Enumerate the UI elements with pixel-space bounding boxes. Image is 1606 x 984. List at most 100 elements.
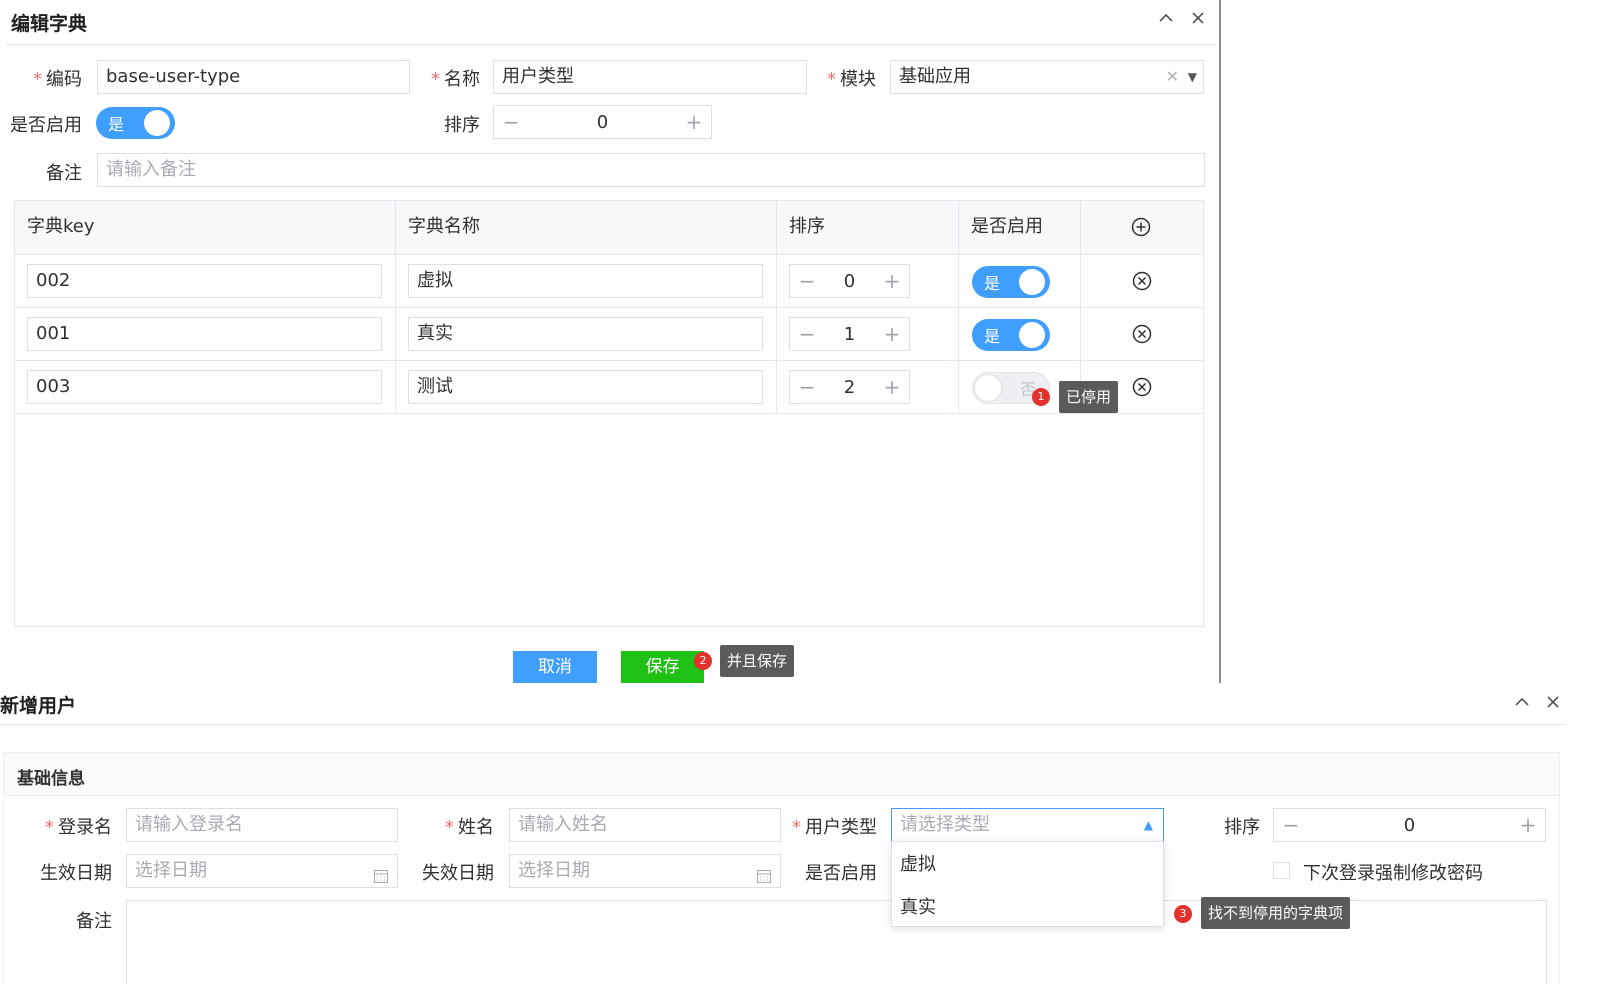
close-icon[interactable] (1186, 8, 1210, 32)
row-divider (15, 413, 1203, 414)
row-enabled-switch[interactable]: 是 (972, 266, 1050, 298)
annotation-tip-1: 已停用 (1059, 381, 1119, 413)
remove-row-icon[interactable] (1132, 271, 1152, 296)
enabled-switch[interactable]: 是 (96, 107, 175, 139)
calendar-icon (373, 863, 389, 887)
header-divider (0, 724, 1566, 725)
add-user-dialog: 新增用户 基础信息 * 登录名 请输入登录名 * 姓名 请输入姓名 * 用户类型 请选… (0, 683, 1606, 984)
remove-row-icon[interactable] (1132, 324, 1152, 349)
row-sort-value: 2 (843, 376, 856, 398)
sort-value: 0 (596, 111, 609, 133)
switch-knob (975, 375, 1001, 401)
remark-label: 备注 (46, 163, 82, 184)
table-row: 003 测试 − 2 + 否 (15, 361, 1203, 413)
plus-icon[interactable]: + (1511, 809, 1545, 841)
close-icon[interactable] (1541, 692, 1565, 716)
name-input[interactable]: 请输入姓名 (509, 808, 781, 842)
row-enabled-switch[interactable]: 是 (972, 319, 1050, 351)
row-key-input[interactable]: 001 (27, 317, 382, 351)
login-name-input[interactable]: 请输入登录名 (126, 808, 398, 842)
sort-label: 排序 (444, 115, 480, 136)
sort-value: 0 (1403, 814, 1416, 836)
module-select[interactable]: 基础应用 ✕ ▼ (890, 60, 1204, 94)
user-type-placeholder: 请选择类型 (900, 814, 990, 835)
minus-icon[interactable]: − (790, 265, 824, 297)
header-sort: 排序 (789, 216, 825, 237)
annotation-badge-3: 3 (1174, 905, 1192, 923)
remark-placeholder: 请输入备注 (106, 159, 196, 180)
annotation-badge-2: 2 (694, 652, 712, 670)
switch-text: 是 (108, 115, 125, 134)
module-label: * 模块 (827, 69, 876, 90)
row-name-input[interactable]: 真实 (408, 317, 763, 351)
sort-label: 排序 (1224, 817, 1260, 838)
row-key-input[interactable]: 003 (27, 370, 382, 404)
minus-icon[interactable]: − (494, 106, 528, 138)
annotation-tip-3: 找不到停用的字典项 (1201, 897, 1351, 929)
start-date-placeholder: 选择日期 (135, 860, 207, 881)
enabled-label: 是否启用 (805, 863, 877, 884)
add-row-icon[interactable] (1131, 217, 1151, 242)
clear-icon[interactable]: ✕ (1166, 61, 1179, 93)
edit-dictionary-dialog: 编辑字典 * 编码 base-user-type * 名称 用户类型 * 模块 基础应… (0, 0, 1222, 683)
plus-icon[interactable]: + (875, 265, 909, 297)
user-type-label: * 用户类型 (792, 817, 877, 838)
force-password-label: 下次登录强制修改密码 (1303, 863, 1483, 884)
name-label: * 姓名 (445, 817, 494, 838)
end-date-label: 失效日期 (422, 863, 494, 884)
code-input[interactable]: base-user-type (97, 60, 410, 94)
user-type-dropdown: 虚拟 真实 (891, 841, 1164, 927)
name-input[interactable]: 用户类型 (493, 60, 807, 94)
switch-text: 是 (984, 274, 1001, 293)
table-header: 字典key 字典名称 排序 是否启用 (15, 201, 1203, 254)
caret-down-icon[interactable]: ▼ (1188, 61, 1197, 93)
header-key: 字典key (27, 216, 95, 237)
start-date-label: 生效日期 (40, 863, 112, 884)
table-row: 001 真实 − 1 + 是 (15, 308, 1203, 360)
row-sort-value: 0 (843, 270, 856, 292)
collapse-icon[interactable] (1510, 692, 1534, 716)
login-name-placeholder: 请输入登录名 (135, 814, 243, 835)
dictionary-items-table: 字典key 字典名称 排序 是否启用 002 虚拟 − 0 + 是 001 真实… (14, 200, 1204, 627)
sort-stepper[interactable]: − 0 + (493, 105, 712, 139)
row-key-input[interactable]: 002 (27, 264, 382, 298)
row-sort-stepper[interactable]: − 0 + (789, 264, 910, 298)
section-title: 基础信息 (17, 769, 85, 789)
login-name-label: * 登录名 (45, 817, 112, 838)
cancel-button[interactable]: 取消 (513, 651, 597, 683)
table-row: 002 虚拟 − 0 + 是 (15, 255, 1203, 307)
end-date-input[interactable]: 选择日期 (509, 854, 781, 888)
end-date-placeholder: 选择日期 (518, 860, 590, 881)
switch-knob (1019, 322, 1045, 348)
save-button[interactable]: 保存 (621, 651, 704, 683)
plus-icon[interactable]: + (875, 371, 909, 403)
caret-up-icon: ▲ (1143, 818, 1153, 832)
name-label: * 名称 (431, 69, 480, 90)
minus-icon[interactable]: − (1274, 809, 1308, 841)
dropdown-option[interactable]: 虚拟 (900, 850, 936, 876)
plus-icon[interactable]: + (677, 106, 711, 138)
row-sort-stepper[interactable]: − 2 + (789, 370, 910, 404)
row-name-input[interactable]: 测试 (408, 370, 763, 404)
force-password-checkbox[interactable] (1273, 862, 1290, 879)
calendar-icon (756, 863, 772, 887)
sort-stepper[interactable]: − 0 + (1273, 808, 1546, 842)
annotation-badge-1: 1 (1032, 388, 1050, 406)
dropdown-option[interactable]: 真实 (900, 893, 936, 919)
dialog-title: 新增用户 (0, 695, 77, 717)
minus-icon[interactable]: − (790, 371, 824, 403)
header-name: 字典名称 (408, 216, 480, 237)
row-sort-value: 1 (843, 323, 856, 345)
row-sort-stepper[interactable]: − 1 + (789, 317, 910, 351)
row-name-input[interactable]: 虚拟 (408, 264, 763, 298)
switch-text: 是 (984, 327, 1001, 346)
user-type-select[interactable]: 请选择类型 ▲ (891, 808, 1164, 842)
plus-icon[interactable]: + (875, 318, 909, 350)
code-label: * 编码 (33, 69, 82, 90)
minus-icon[interactable]: − (790, 318, 824, 350)
collapse-icon[interactable] (1154, 8, 1178, 32)
module-value: 基础应用 (899, 66, 971, 87)
start-date-input[interactable]: 选择日期 (126, 854, 398, 888)
remark-input[interactable]: 请输入备注 (97, 153, 1205, 187)
remove-row-icon[interactable] (1132, 377, 1152, 402)
